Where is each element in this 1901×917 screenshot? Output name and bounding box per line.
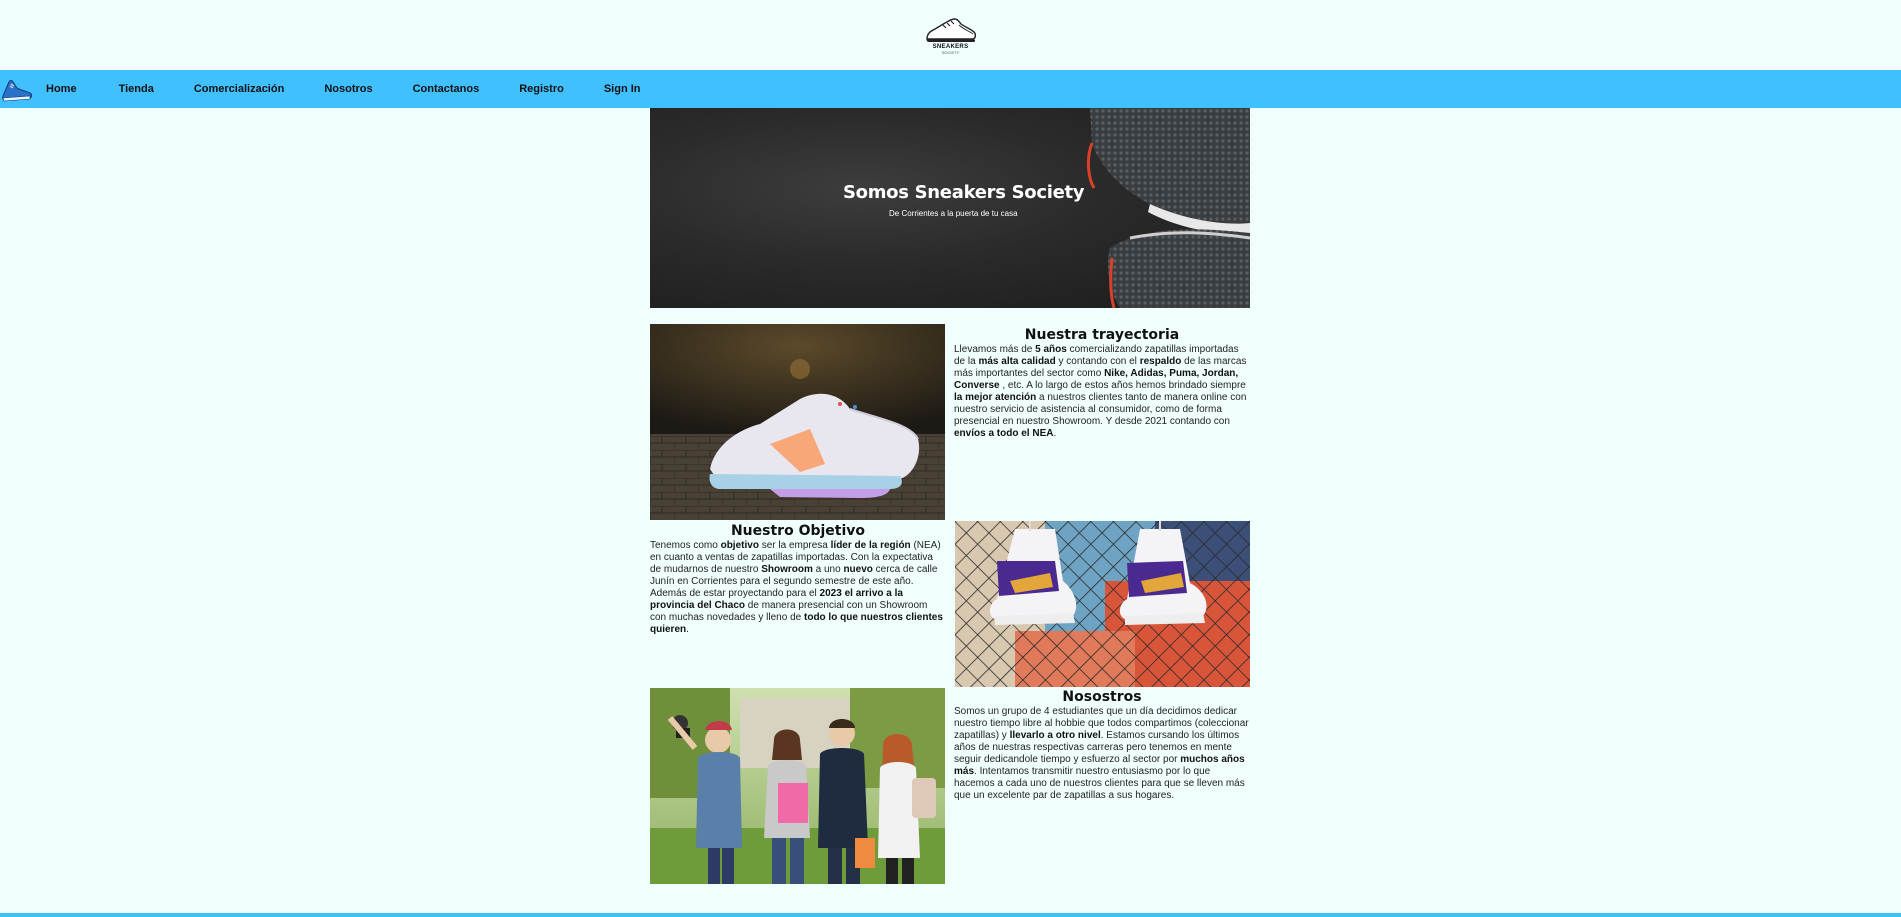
objetivo-heading: Nuestro Objetivo (730, 523, 866, 539)
brand-subname: SOCIETY (941, 50, 960, 55)
nav-registro[interactable]: Registro (519, 83, 564, 95)
nosotros-section: Nosostros Somos un grupo de 4 estudiante… (954, 688, 1250, 802)
nav-comercializacion[interactable]: Comercialización (194, 83, 284, 95)
nosotros-heading: Nosostros (1062, 689, 1142, 705)
students-photo (650, 688, 945, 884)
sneaker-photo (650, 324, 945, 520)
objetivo-text: Tenemos como objetivo ser la empresa líd… (650, 540, 943, 635)
hero-sneaker-image (1086, 108, 1250, 308)
navbar: Home Tienda Comercialización Nosotros Co… (0, 70, 1901, 108)
trayectoria-heading: Nuestra trayectoria (1024, 327, 1180, 343)
hero-title: Somos Sneakers Society (843, 182, 1085, 203)
trayectoria-text: Llevamos más de 5 años comercializando z… (954, 344, 1247, 439)
sneaker-logo-icon (925, 18, 976, 42)
nav-tienda[interactable]: Tienda (119, 83, 154, 95)
nav-contactanos[interactable]: Contactanos (413, 83, 480, 95)
hero-subtitle: De Corrientes a la puerta de tu casa (889, 209, 1018, 218)
objetivo-section: Nuestro Objetivo Tenemos como objetivo s… (650, 522, 946, 636)
nav-logo[interactable] (0, 70, 34, 108)
nosotros-text: Somos un grupo de 4 estudiantes que un d… (954, 706, 1249, 801)
main-content: Somos Sneakers Society De Corrientes a l… (650, 108, 1250, 884)
footer-divider (0, 913, 1901, 917)
trayectoria-section: Nuestra trayectoria Llevamos más de 5 añ… (954, 326, 1250, 440)
sneaker-nav-icon (2, 80, 32, 102)
hero-banner: Somos Sneakers Society De Corrientes a l… (650, 108, 1250, 308)
nav-home[interactable]: Home (46, 83, 77, 95)
brand-logo[interactable]: SNEAKERS SOCIETY (921, 13, 981, 57)
nav-nosotros[interactable]: Nosotros (324, 83, 372, 95)
jordans-photo (955, 521, 1250, 687)
header-logo-bar: SNEAKERS SOCIETY (0, 0, 1901, 70)
nav-sign-in[interactable]: Sign In (604, 83, 641, 95)
